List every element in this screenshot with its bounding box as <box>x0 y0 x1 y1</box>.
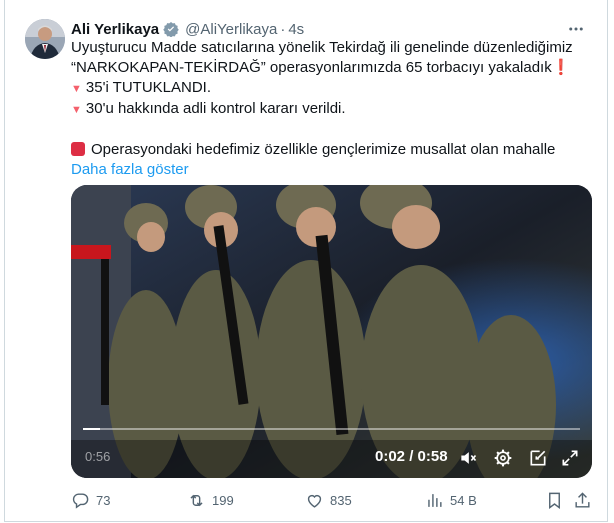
red-triangle-icon: ▼ <box>71 104 82 116</box>
tweet-line: “NARKOKAPAN-TEKİRDAĞ” operasyonlarımızda… <box>71 59 571 76</box>
settings-gear-icon[interactable] <box>492 447 514 469</box>
tweet-actions: 73 199 835 54 B <box>71 487 591 513</box>
reply-count: 73 <box>96 492 111 508</box>
video-time: 0:02 / 0:58 <box>375 448 448 465</box>
video-frame-image <box>71 185 592 478</box>
share-button[interactable] <box>573 487 598 513</box>
repost-count: 199 <box>212 492 234 508</box>
show-more-link[interactable]: Daha fazla göster <box>71 161 189 178</box>
views-chart-icon <box>428 493 442 507</box>
video-progress-fill <box>83 428 100 430</box>
more-options-icon[interactable] <box>565 18 587 40</box>
red-triangle-icon: ▼ <box>71 83 82 95</box>
video-faint-time: 0:56 <box>85 449 111 464</box>
red-square-icon <box>71 142 85 156</box>
tweet-line: ▼ 30'u hakkında adli kontrol kararı veril… <box>71 100 346 117</box>
tweet-line: Uyuşturucu Madde satıcılarına yönelik Te… <box>71 39 573 56</box>
avatar[interactable] <box>25 19 65 59</box>
bookmark-button[interactable] <box>545 487 570 513</box>
author-name[interactable]: Ali Yerlikaya <box>71 21 159 38</box>
mute-icon[interactable] <box>457 447 479 469</box>
reply-icon <box>72 492 89 509</box>
views-button[interactable]: 54 B <box>425 487 477 513</box>
heart-icon <box>307 494 322 508</box>
repost-button[interactable]: 199 <box>187 487 234 513</box>
timestamp[interactable]: 4s <box>288 21 304 38</box>
like-button[interactable]: 835 <box>305 487 352 513</box>
repost-icon <box>190 494 203 506</box>
tweet-line: ▼ 35'i TUTUKLANDI. <box>71 79 212 96</box>
video-progress-bar[interactable] <box>83 428 580 430</box>
author-handle[interactable]: @AliYerlikaya <box>185 21 277 38</box>
video-player[interactable]: 0:56 0:02 / 0:58 <box>71 185 592 478</box>
exclamation-emoji: ❗ <box>551 59 571 76</box>
tweet-text: Uyuşturucu Madde satıcılarına yönelik Te… <box>71 38 591 180</box>
picture-in-picture-icon[interactable] <box>527 447 549 469</box>
avatar-image <box>25 19 65 59</box>
tweet-card: Ali Yerlikaya @AliYerlikaya · 4s Uyuştur… <box>4 0 608 522</box>
tweet-line: Operasyondaki hedefimiz özellikle gençle… <box>71 140 591 160</box>
fullscreen-icon[interactable] <box>559 447 581 469</box>
separator-dot: · <box>280 20 286 38</box>
tweet-header: Ali Yerlikaya @AliYerlikaya · 4s <box>71 18 587 40</box>
bookmark-icon <box>549 492 560 509</box>
like-count: 835 <box>330 492 352 508</box>
verified-badge-icon[interactable] <box>163 21 179 37</box>
reply-button[interactable]: 73 <box>71 487 110 513</box>
share-icon <box>575 491 590 508</box>
views-count: 54 B <box>450 492 477 508</box>
